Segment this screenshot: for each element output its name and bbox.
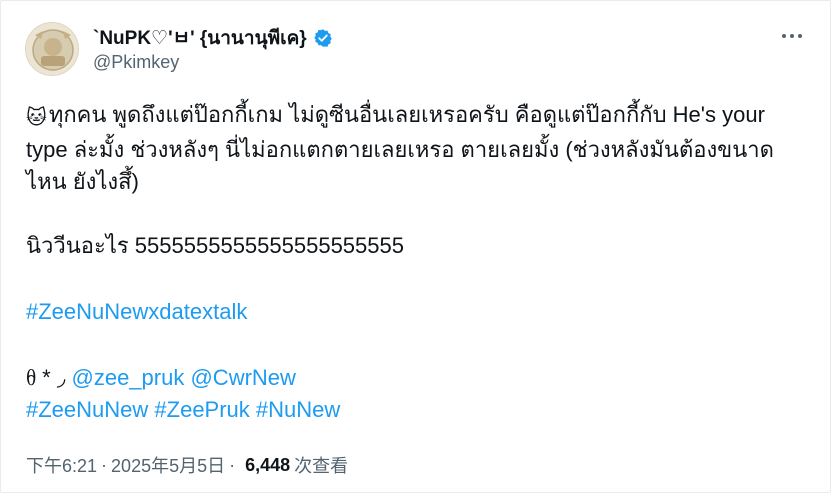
tweet-mention-line: ᦲ * ◞ @zee_pruk @CwrNew: [26, 362, 806, 394]
mention-link[interactable]: @zee_pruk: [72, 365, 185, 390]
hashtag-link[interactable]: #ZeeNuNew: [26, 397, 148, 422]
tweet-hashtag-line-1: #ZeeNuNewxdatextalk: [26, 296, 806, 328]
tweet-meta: 下午6:21 · 2025年5月5日 · 6,448 次查看: [26, 452, 348, 478]
tweet-time[interactable]: 下午6:21: [26, 452, 97, 478]
more-horizontal-icon[interactable]: [779, 25, 805, 47]
mention-prefix: ᦲ * ◞: [26, 365, 66, 390]
tweet-date[interactable]: 2025年5月5日: [111, 452, 225, 478]
tweet-paragraph-1-text: ทุกคน พูดถึงแต่ป๊อกกี้เกม ไม่ดูซีนอื่นเล…: [26, 102, 774, 194]
tweet-paragraph-2: นิววีนอะไร 5555555555555555555555: [26, 233, 404, 258]
mention-link[interactable]: @CwrNew: [190, 365, 295, 390]
avatar-image: [26, 23, 78, 75]
hashtag-link[interactable]: #ZeeNuNewxdatextalk: [26, 299, 247, 324]
tweet-paragraph-1: 🐱ทุกคน พูดถึงแต่ป๊อกกี้เกม ไม่ดูซีนอื่นเ…: [26, 99, 806, 198]
cat-face-icon: 🐱: [26, 107, 47, 129]
avatar[interactable]: [25, 22, 79, 76]
verified-badge-icon: [313, 28, 333, 48]
hashtag-link[interactable]: #NuNew: [256, 397, 340, 422]
meta-separator: ·: [101, 454, 108, 475]
hashtag-link[interactable]: #ZeePruk: [154, 397, 249, 422]
tweet-hashtag-line-2: #ZeeNuNew #ZeePruk #NuNew: [26, 394, 806, 426]
tweet-text: 🐱ทุกคน พูดถึงแต่ป๊อกกี้เกม ไม่ดูซีนอื่นเ…: [26, 99, 806, 426]
views-label: 次查看: [294, 456, 349, 476]
author-display-name[interactable]: `NuPK♡'ㅂ' {นานานุพีเค}: [93, 23, 307, 53]
author-handle[interactable]: @Pkimkey: [93, 52, 179, 73]
meta-separator: ·: [229, 454, 236, 475]
author-name-row[interactable]: `NuPK♡'ㅂ' {นานานุพีเค}: [93, 23, 333, 53]
tweet-card: `NuPK♡'ㅂ' {นานานุพีเค} @Pkimkey 🐱ทุกคน พ…: [0, 0, 831, 493]
views-count: 6,448: [245, 454, 291, 475]
